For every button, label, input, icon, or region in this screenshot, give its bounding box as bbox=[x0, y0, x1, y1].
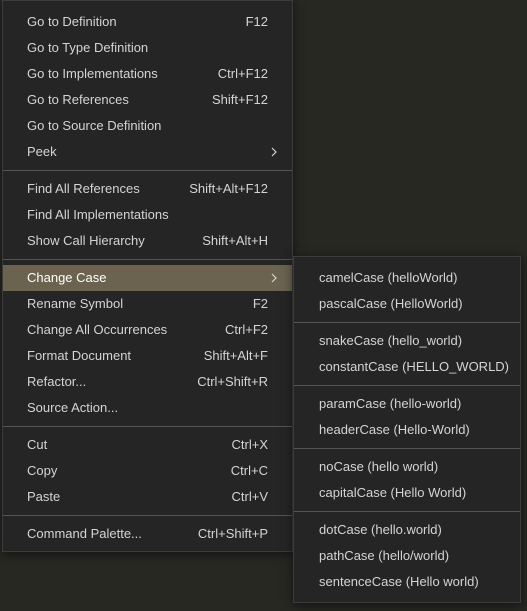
menu-item-label: capitalCase (Hello World) bbox=[319, 485, 467, 500]
context-menu-item-show-call-hierarchy[interactable]: Show Call Hierarchy Shift+Alt+H bbox=[3, 228, 292, 254]
keyboard-shortcut: Ctrl+C bbox=[230, 463, 268, 478]
change-case-item-headercase[interactable]: headerCase (Hello-World) bbox=[294, 417, 520, 443]
change-case-item-camelcase[interactable]: camelCase (helloWorld) bbox=[294, 265, 520, 291]
menu-item-label: dotCase (hello.world) bbox=[319, 522, 442, 537]
context-menu-item-go-to-implementations[interactable]: Go to Implementations Ctrl+F12 bbox=[3, 61, 292, 87]
context-menu-item-command-palette[interactable]: Command Palette... Ctrl+Shift+P bbox=[3, 521, 292, 547]
menu-separator bbox=[294, 511, 520, 512]
menu-separator bbox=[3, 515, 292, 516]
keyboard-shortcut: F12 bbox=[245, 14, 268, 29]
keyboard-shortcut: Shift+Alt+H bbox=[202, 233, 268, 248]
menu-item-label: Go to Implementations bbox=[27, 66, 158, 81]
menu-separator bbox=[3, 170, 292, 171]
menu-item-label: Peek bbox=[27, 144, 57, 159]
menu-separator bbox=[294, 385, 520, 386]
keyboard-shortcut: Ctrl+X bbox=[231, 437, 268, 452]
menu-item-label: snakeCase (hello_world) bbox=[319, 333, 463, 348]
context-menu-item-format-document[interactable]: Format Document Shift+Alt+F bbox=[3, 343, 292, 369]
menu-item-label: Format Document bbox=[27, 348, 132, 363]
change-case-submenu: camelCase (helloWorld) pascalCase (HelloW… bbox=[293, 256, 521, 603]
context-menu-item-paste[interactable]: Paste Ctrl+V bbox=[3, 484, 292, 510]
context-menu-item-go-to-definition[interactable]: Go to Definition F12 bbox=[3, 9, 292, 35]
context-menu-item-find-all-implementations[interactable]: Find All Implementations bbox=[3, 202, 292, 228]
menu-separator bbox=[294, 322, 520, 323]
keyboard-shortcut: Shift+Alt+F bbox=[203, 348, 268, 363]
menu-item-label: Find All References bbox=[27, 181, 140, 196]
menu-item-label: Find All Implementations bbox=[27, 207, 169, 222]
keyboard-shortcut: Ctrl+F12 bbox=[217, 66, 268, 81]
context-menu-item-find-all-references[interactable]: Find All References Shift+Alt+F12 bbox=[3, 176, 292, 202]
context-menu-item-go-to-references[interactable]: Go to References Shift+F12 bbox=[3, 87, 292, 113]
menu-item-label: paramCase (hello-world) bbox=[319, 396, 462, 411]
context-menu-item-go-to-source-definition[interactable]: Go to Source Definition bbox=[3, 113, 292, 139]
menu-item-label: headerCase (Hello-World) bbox=[319, 422, 470, 437]
menu-separator bbox=[294, 448, 520, 449]
change-case-item-pascalcase[interactable]: pascalCase (HelloWorld) bbox=[294, 291, 520, 317]
change-case-item-pathcase[interactable]: pathCase (hello/world) bbox=[294, 543, 520, 569]
change-case-item-snakecase[interactable]: snakeCase (hello_world) bbox=[294, 328, 520, 354]
menu-item-label: Go to Type Definition bbox=[27, 40, 149, 55]
keyboard-shortcut: Ctrl+V bbox=[231, 489, 268, 504]
menu-item-label: Show Call Hierarchy bbox=[27, 233, 145, 248]
context-menu-item-refactor[interactable]: Refactor... Ctrl+Shift+R bbox=[3, 369, 292, 395]
context-menu-item-peek[interactable]: Peek bbox=[3, 139, 292, 165]
editor-context-menu: Go to Definition F12 Go to Type Definition… bbox=[2, 0, 293, 552]
keyboard-shortcut: Ctrl+Shift+P bbox=[197, 526, 268, 541]
change-case-item-nocase[interactable]: noCase (hello world) bbox=[294, 454, 520, 480]
context-menu-item-go-to-type-definition[interactable]: Go to Type Definition bbox=[3, 35, 292, 61]
context-menu-item-rename-symbol[interactable]: Rename Symbol F2 bbox=[3, 291, 292, 317]
menu-item-label: constantCase (HELLO_WORLD) bbox=[319, 359, 510, 374]
change-case-item-paramcase[interactable]: paramCase (hello-world) bbox=[294, 391, 520, 417]
change-case-item-dotcase[interactable]: dotCase (hello.world) bbox=[294, 517, 520, 543]
keyboard-shortcut: Shift+F12 bbox=[211, 92, 268, 107]
menu-item-label: noCase (hello world) bbox=[319, 459, 439, 474]
change-case-item-capitalcase[interactable]: capitalCase (Hello World) bbox=[294, 480, 520, 506]
menu-item-label: Go to References bbox=[27, 92, 129, 107]
context-menu-item-change-case[interactable]: Change Case bbox=[3, 265, 292, 291]
menu-item-label: Command Palette... bbox=[27, 526, 142, 541]
chevron-right-icon bbox=[268, 139, 280, 165]
chevron-right-icon bbox=[268, 265, 280, 291]
menu-item-label: pascalCase (HelloWorld) bbox=[319, 296, 463, 311]
menu-item-label: Go to Definition bbox=[27, 14, 117, 29]
keyboard-shortcut: Shift+Alt+F12 bbox=[189, 181, 268, 196]
menu-item-label: Refactor... bbox=[27, 374, 87, 389]
context-menu-item-copy[interactable]: Copy Ctrl+C bbox=[3, 458, 292, 484]
keyboard-shortcut: Ctrl+Shift+R bbox=[197, 374, 268, 389]
menu-separator bbox=[3, 259, 292, 260]
menu-item-label: Copy bbox=[27, 463, 58, 478]
change-case-item-constantcase[interactable]: constantCase (HELLO_WORLD) bbox=[294, 354, 520, 380]
menu-item-label: Rename Symbol bbox=[27, 296, 124, 311]
menu-item-label: Go to Source Definition bbox=[27, 118, 162, 133]
keyboard-shortcut: F2 bbox=[252, 296, 268, 311]
context-menu-item-source-action[interactable]: Source Action... bbox=[3, 395, 292, 421]
context-menu-item-change-all-occurrences[interactable]: Change All Occurrences Ctrl+F2 bbox=[3, 317, 292, 343]
menu-item-label: Source Action... bbox=[27, 400, 119, 415]
menu-separator bbox=[3, 426, 292, 427]
keyboard-shortcut: Ctrl+F2 bbox=[225, 322, 268, 337]
menu-item-label: Paste bbox=[27, 489, 61, 504]
menu-item-label: Cut bbox=[27, 437, 48, 452]
menu-item-label: Change Case bbox=[27, 270, 107, 285]
menu-item-label: pathCase (hello/world) bbox=[319, 548, 450, 563]
change-case-item-sentencecase[interactable]: sentenceCase (Hello world) bbox=[294, 569, 520, 595]
menu-item-label: Change All Occurrences bbox=[27, 322, 168, 337]
context-menu-item-cut[interactable]: Cut Ctrl+X bbox=[3, 432, 292, 458]
menu-item-label: sentenceCase (Hello world) bbox=[319, 574, 479, 589]
menu-item-label: camelCase (helloWorld) bbox=[319, 270, 458, 285]
